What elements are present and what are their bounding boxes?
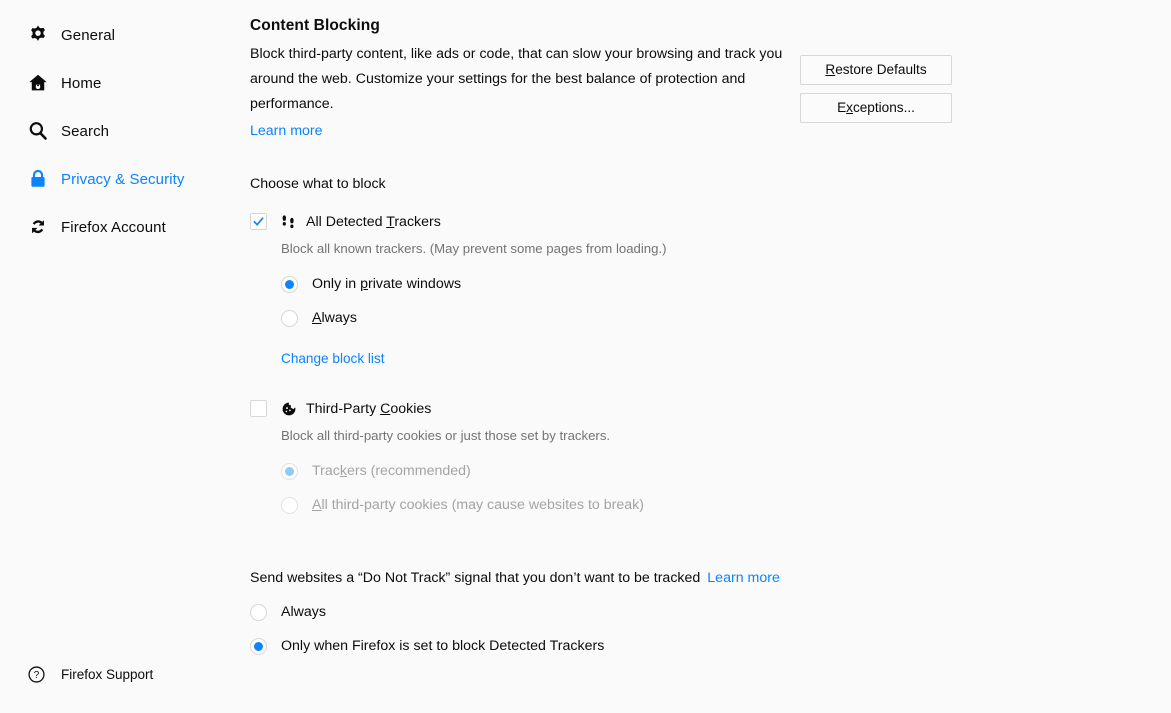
firefox-support-link[interactable]: ? Firefox Support xyxy=(26,664,153,684)
checkmark-icon xyxy=(253,217,264,226)
radio-row-all-third-party-cookies[interactable]: All third-party cookies (may cause websi… xyxy=(281,491,1171,519)
action-buttons: Restore Defaults Exceptions... xyxy=(800,55,952,131)
restore-defaults-button[interactable]: Restore Defaults xyxy=(800,55,952,85)
page-title: Content Blocking xyxy=(250,17,380,34)
gear-icon xyxy=(26,23,50,47)
radio-all-third-party-cookies[interactable] xyxy=(281,496,298,514)
do-not-track-block: Send websites a “Do Not Track” signal th… xyxy=(250,570,1171,660)
choose-what-to-block-label: Choose what to block xyxy=(250,176,386,192)
home-icon xyxy=(26,71,50,95)
section-description: Block third-party content, like ads or c… xyxy=(250,46,783,112)
radio-dot xyxy=(285,279,294,289)
firefox-support-label: Firefox Support xyxy=(61,666,154,682)
label-post: rivate windows xyxy=(368,276,462,292)
sidebar-item-label: Privacy & Security xyxy=(61,170,185,188)
sidebar-item-search[interactable]: Search xyxy=(0,115,250,147)
btn-text-post: ceptions... xyxy=(852,100,915,115)
content-blocking-section: Content Blocking Block third-party conte… xyxy=(250,17,1171,660)
cookies-radio-group: Trackers (recommended) All third-party c… xyxy=(281,457,1171,519)
third-party-cookies-description: Block all third-party cookies or just th… xyxy=(281,428,611,443)
content-pane: Content Blocking Block third-party conte… xyxy=(250,0,1171,713)
radio-row-trackers-recommended[interactable]: Trackers (recommended) xyxy=(281,457,1171,485)
sidebar-item-label: General xyxy=(61,26,116,44)
btn-text-pre: E xyxy=(837,100,847,115)
label-accesskey: k xyxy=(339,463,347,479)
btn-accesskey: x xyxy=(846,100,853,115)
sidebar-item-privacy-security[interactable]: Privacy & Security xyxy=(0,163,250,195)
sidebar-item-home[interactable]: Home xyxy=(0,67,250,99)
do-not-track-radio-group: Always Only when Firefox is set to block… xyxy=(250,598,1171,660)
third-party-cookies-row: Third-Party Cookies xyxy=(250,400,1171,417)
change-block-list-link[interactable]: Change block list xyxy=(281,351,385,366)
third-party-cookies-label[interactable]: Third-Party Cookies xyxy=(306,401,431,417)
sidebar-item-general[interactable]: General xyxy=(0,19,250,51)
label-post: lways xyxy=(321,310,357,326)
radio-row-always-trackers[interactable]: Always xyxy=(281,304,1171,332)
label-accesskey: p xyxy=(360,276,368,292)
do-not-track-learn-more-link[interactable]: Learn more xyxy=(707,570,780,586)
sidebar-item-firefox-account[interactable]: Firefox Account xyxy=(0,211,250,243)
search-icon xyxy=(26,119,50,143)
label-pre: Third-Party xyxy=(306,400,381,417)
radio-label: Only when Firefox is set to block Detect… xyxy=(281,638,605,654)
radio-always-trackers[interactable] xyxy=(281,309,298,327)
all-detected-trackers-label[interactable]: All Detected Trackers xyxy=(306,214,441,230)
radio-label: All third-party cookies (may cause websi… xyxy=(312,497,644,513)
label-accesskey: C xyxy=(380,400,391,417)
sync-icon xyxy=(26,215,50,239)
label-post: ookies xyxy=(390,400,432,417)
change-block-list-row: Change block list xyxy=(281,350,1171,368)
all-detected-trackers-block: All Detected Trackers Block all known tr… xyxy=(250,213,1171,368)
radio-row-dnt-only-when-blocking[interactable]: Only when Firefox is set to block Detect… xyxy=(250,632,1171,660)
label-pre: Only in xyxy=(312,276,361,292)
radio-dot xyxy=(254,641,263,651)
help-circle-icon: ? xyxy=(26,664,46,684)
cookie-icon xyxy=(281,401,297,417)
do-not-track-heading-row: Send websites a “Do Not Track” signal th… xyxy=(250,570,1171,586)
learn-more-row: Learn more xyxy=(250,122,1171,140)
radio-label: Always xyxy=(281,604,326,620)
do-not-track-heading: Send websites a “Do Not Track” signal th… xyxy=(250,570,701,586)
radio-dnt-only-when-blocking[interactable] xyxy=(250,637,267,655)
svg-text:?: ? xyxy=(33,670,39,681)
sidebar: General Home Search Privacy & Security F… xyxy=(0,0,250,713)
radio-dnt-always[interactable] xyxy=(250,603,267,621)
label-post: rackers xyxy=(394,213,441,230)
radio-row-dnt-always[interactable]: Always xyxy=(250,598,1171,626)
third-party-cookies-block: Third-Party Cookies Block all third-part… xyxy=(250,400,1171,519)
label-post: ll third-party cookies (may cause websit… xyxy=(321,497,644,513)
radio-label: Always xyxy=(312,310,357,326)
btn-accesskey: R xyxy=(825,62,836,77)
radio-trackers-recommended[interactable] xyxy=(281,462,298,480)
exceptions-button[interactable]: Exceptions... xyxy=(800,93,952,123)
label-pre: Trac xyxy=(312,463,340,479)
footprints-icon xyxy=(281,214,297,230)
all-detected-trackers-description: Block all known trackers. (May prevent s… xyxy=(281,241,667,256)
radio-label: Only in private windows xyxy=(312,276,461,292)
preferences-window: General Home Search Privacy & Security F… xyxy=(0,0,1171,713)
sidebar-item-label: Home xyxy=(61,74,102,92)
all-detected-trackers-row: All Detected Trackers xyxy=(250,213,1171,230)
radio-only-private-windows[interactable] xyxy=(281,275,298,293)
learn-more-link[interactable]: Learn more xyxy=(250,123,323,139)
sidebar-item-label: Firefox Account xyxy=(61,218,166,236)
sidebar-item-label: Search xyxy=(61,122,110,140)
radio-row-only-private-windows[interactable]: Only in private windows xyxy=(281,270,1171,298)
radio-dot xyxy=(285,466,294,476)
third-party-cookies-checkbox[interactable] xyxy=(250,400,267,417)
label-post: ers (recommended) xyxy=(346,463,471,479)
radio-label: Trackers (recommended) xyxy=(312,463,471,479)
trackers-radio-group: Only in private windows Always xyxy=(281,270,1171,332)
btn-text-post: estore Defaults xyxy=(835,62,927,77)
label-pre: All Detected xyxy=(306,213,387,230)
all-detected-trackers-checkbox[interactable] xyxy=(250,213,267,230)
lock-icon xyxy=(26,167,50,191)
